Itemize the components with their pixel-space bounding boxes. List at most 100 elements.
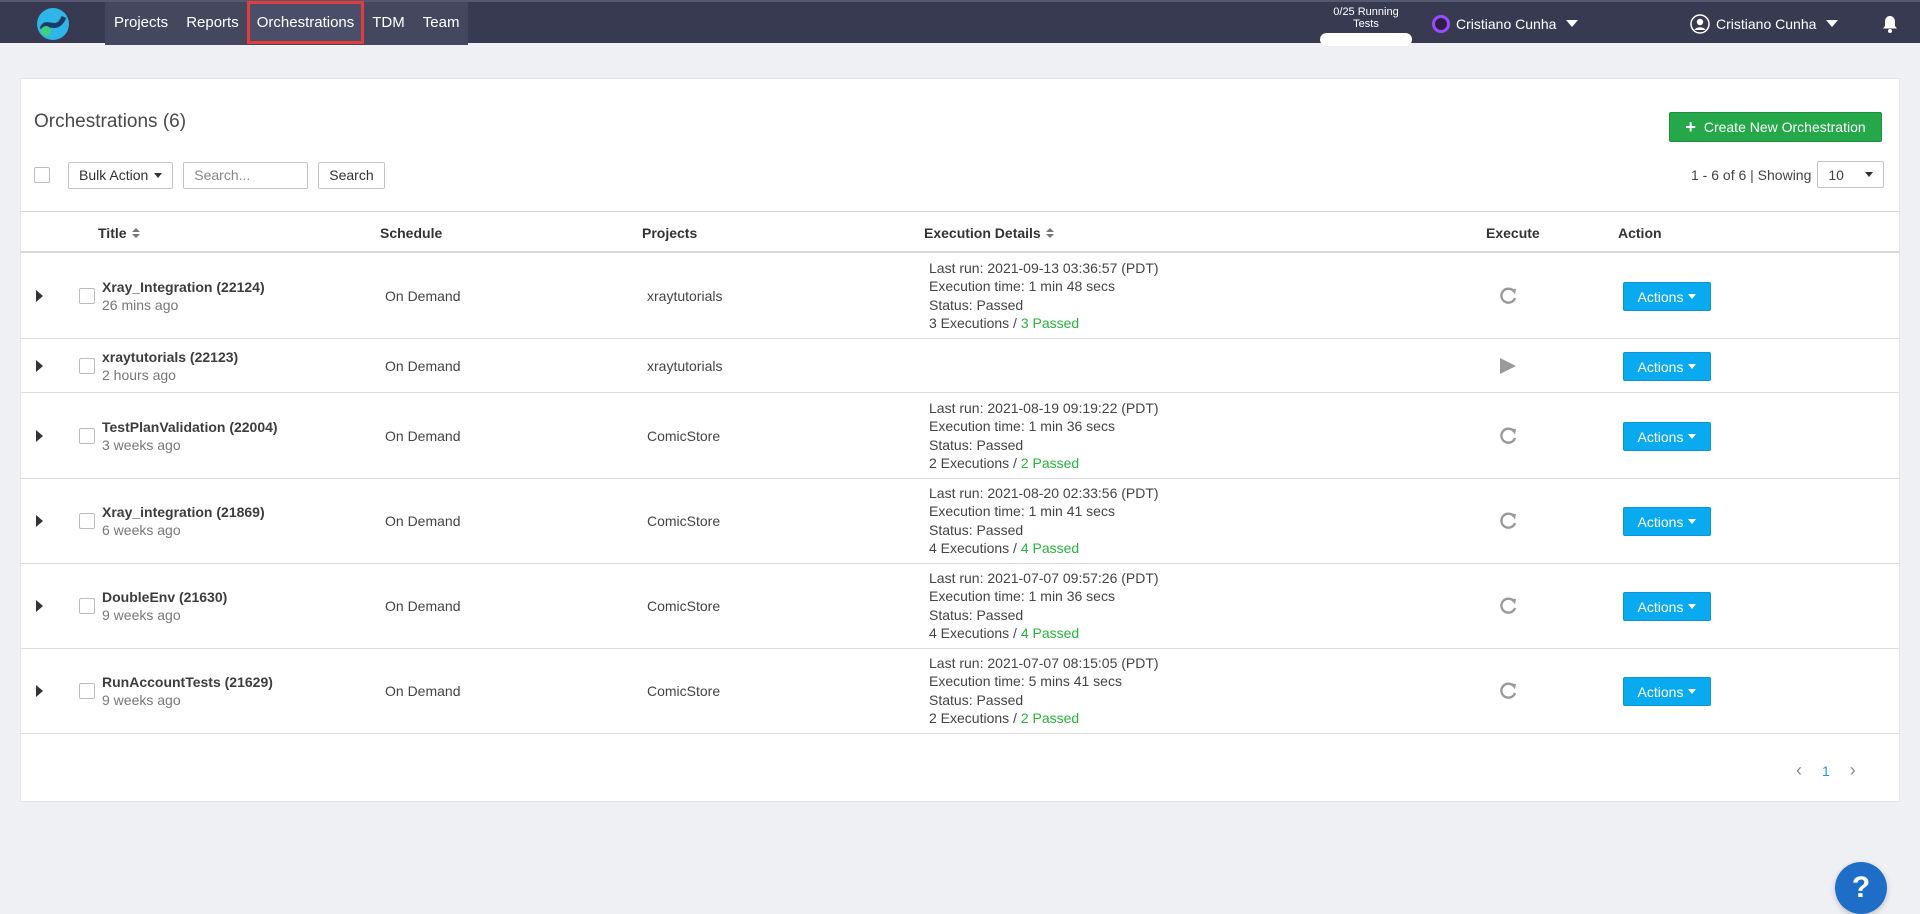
page-number[interactable]: 1: [1822, 763, 1830, 779]
execution-counts: 2 Executions / 2 Passed: [929, 454, 1080, 471]
column-header-projects-label: Projects: [642, 225, 698, 241]
row-execution-details: Last run: 2021-07-07 09:57:26 (PDT) Exec…: [929, 569, 1159, 642]
create-orchestration-label: Create New Orchestration: [1703, 119, 1866, 135]
row-schedule: On Demand: [385, 513, 461, 529]
search-button[interactable]: Search: [318, 161, 385, 189]
row-schedule: On Demand: [385, 358, 461, 374]
execution-status: Status: Passed: [929, 521, 1024, 538]
orchestration-name[interactable]: RunAccountTests (21629): [102, 673, 273, 691]
refresh-icon[interactable]: [1497, 285, 1519, 307]
refresh-icon[interactable]: [1497, 425, 1519, 447]
nav-tab-projects[interactable]: Projects: [105, 2, 177, 43]
table-row: Xray_Integration (22124) 26 mins ago On …: [21, 254, 1899, 339]
help-button[interactable]: ?: [1835, 862, 1887, 914]
refresh-icon[interactable]: [1497, 595, 1519, 617]
actions-dropdown[interactable]: Actions: [1623, 352, 1711, 381]
column-header-title-label: Title: [98, 225, 127, 241]
column-header-execution-details[interactable]: Execution Details: [924, 225, 1054, 241]
last-run: Last run: 2021-08-19 09:19:22 (PDT): [929, 400, 1159, 416]
app-logo[interactable]: [36, 7, 70, 41]
running-tests-progress-bar: [1320, 33, 1412, 46]
sort-icon[interactable]: [1045, 228, 1054, 238]
row-checkbox[interactable]: [79, 513, 95, 529]
execution-counts: 4 Executions / 4 Passed: [929, 539, 1080, 556]
org-switcher[interactable]: Cristiano Cunha: [1432, 2, 1579, 45]
column-header-projects: Projects: [642, 225, 697, 241]
chevron-down-icon: [1566, 20, 1579, 27]
row-checkbox[interactable]: [79, 288, 95, 304]
expand-row-icon[interactable]: [36, 290, 43, 302]
orchestration-name[interactable]: Xray_Integration (22124): [102, 278, 265, 296]
select-all-checkbox[interactable]: [34, 167, 50, 183]
execution-time: Execution time: 1 min 41 secs: [929, 503, 1115, 520]
column-header-title[interactable]: Title: [98, 225, 140, 241]
caret-down-icon: [1688, 519, 1697, 524]
actions-dropdown[interactable]: Actions: [1623, 592, 1711, 621]
expand-row-icon[interactable]: [36, 600, 43, 612]
user-name: Cristiano Cunha: [1716, 15, 1817, 32]
actions-dropdown[interactable]: Actions: [1623, 282, 1711, 311]
row-schedule: On Demand: [385, 288, 461, 304]
row-execution-details: Last run: 2021-07-07 08:15:05 (PDT) Exec…: [929, 654, 1159, 727]
sort-icon[interactable]: [131, 228, 140, 238]
running-tests-indicator: 0/25 Running Tests: [1320, 6, 1412, 46]
row-execution-details: Last run: 2021-08-20 02:33:56 (PDT) Exec…: [929, 484, 1159, 557]
execution-time: Execution time: 5 mins 41 secs: [929, 673, 1122, 690]
actions-dropdown[interactable]: Actions: [1623, 677, 1711, 706]
org-icon: [1432, 14, 1450, 33]
nav-tab-reports[interactable]: Reports: [177, 2, 248, 43]
play-icon[interactable]: [1497, 355, 1519, 377]
passed-count: 2 Passed: [1020, 454, 1080, 471]
chevron-left-icon[interactable]: ‹: [1796, 760, 1802, 781]
execution-status: Status: Passed: [929, 691, 1024, 708]
last-run: Last run: 2021-07-07 09:57:26 (PDT): [929, 570, 1159, 586]
bulk-action-dropdown[interactable]: Bulk Action: [68, 161, 174, 189]
bell-icon[interactable]: [1880, 14, 1900, 34]
caret-down-icon: [154, 172, 163, 178]
expand-row-icon[interactable]: [36, 430, 43, 442]
orchestration-name[interactable]: TestPlanValidation (22004): [102, 418, 278, 436]
expand-row-icon[interactable]: [36, 515, 43, 527]
row-schedule: On Demand: [385, 683, 461, 699]
actions-label: Actions: [1637, 428, 1684, 445]
actions-dropdown[interactable]: Actions: [1623, 507, 1711, 536]
execution-time: Execution time: 1 min 48 secs: [929, 278, 1115, 295]
orchestration-name[interactable]: DoubleEnv (21630): [102, 588, 227, 606]
actions-dropdown[interactable]: Actions: [1623, 422, 1711, 451]
row-checkbox[interactable]: [79, 358, 95, 374]
orchestration-name[interactable]: Xray_integration (21869): [102, 503, 265, 521]
nav-tab-orchestrations[interactable]: Orchestrations: [246, 1, 365, 44]
refresh-icon[interactable]: [1497, 680, 1519, 702]
refresh-icon[interactable]: [1497, 510, 1519, 532]
row-checkbox[interactable]: [79, 683, 95, 699]
expand-row-icon[interactable]: [36, 360, 43, 372]
expand-row-icon[interactable]: [36, 685, 43, 697]
execution-time: Execution time: 1 min 36 secs: [929, 588, 1115, 605]
search-input[interactable]: [183, 161, 309, 189]
row-checkbox[interactable]: [79, 428, 95, 444]
user-avatar-icon: [1690, 13, 1710, 34]
column-header-execution-details-label: Execution Details: [924, 225, 1041, 241]
nav-tab-tdm[interactable]: TDM: [363, 2, 414, 43]
create-orchestration-button[interactable]: + Create New Orchestration: [1669, 112, 1882, 142]
table-row: Xray_integration (21869) 6 weeks ago On …: [21, 479, 1899, 564]
row-schedule: On Demand: [385, 598, 461, 614]
user-profile-menu[interactable]: Cristiano Cunha: [1690, 2, 1839, 45]
chevron-right-icon[interactable]: ›: [1850, 760, 1856, 781]
executions-count: 2 Executions: [929, 454, 1010, 471]
passed-count: 4 Passed: [1020, 624, 1080, 641]
row-title: Xray_integration (21869) 6 weeks ago: [102, 503, 265, 539]
last-run: Last run: 2021-09-13 03:36:57 (PDT): [929, 260, 1159, 276]
orchestration-updated: 9 weeks ago: [102, 607, 181, 623]
orchestration-name[interactable]: xraytutorials (22123): [102, 348, 238, 366]
pagination-summary: 1 - 6 of 6 | Showing 10: [1691, 161, 1885, 188]
row-checkbox[interactable]: [79, 598, 95, 614]
caret-down-icon: [1688, 689, 1697, 694]
row-execution-details: Last run: 2021-08-19 09:19:22 (PDT) Exec…: [929, 399, 1159, 472]
plus-icon: +: [1685, 117, 1696, 137]
page-size-select[interactable]: 10: [1817, 161, 1885, 188]
column-header-schedule: Schedule: [380, 225, 442, 241]
row-project: ComicStore: [647, 428, 721, 444]
table-row: TestPlanValidation (22004) 3 weeks ago O…: [21, 394, 1899, 479]
nav-tab-team[interactable]: Team: [414, 2, 469, 43]
